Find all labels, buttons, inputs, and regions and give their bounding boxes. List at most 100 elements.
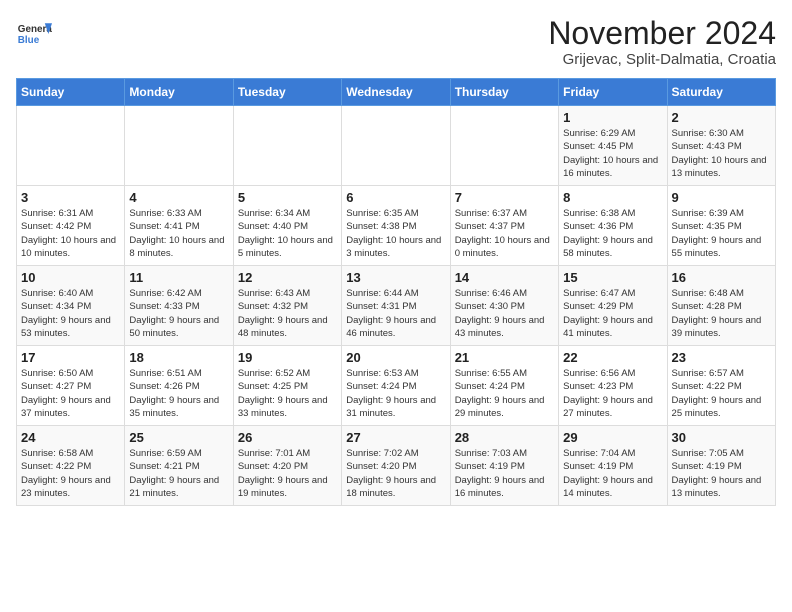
title-area: November 2024 Grijevac, Split-Dalmatia, … — [548, 16, 776, 68]
day-info: Sunrise: 7:01 AM Sunset: 4:20 PM Dayligh… — [238, 447, 337, 500]
day-info: Sunrise: 6:31 AM Sunset: 4:42 PM Dayligh… — [21, 207, 120, 260]
day-cell: 14 Sunrise: 6:46 AM Sunset: 4:30 PM Dayli… — [450, 266, 558, 346]
week-row-2: 10 Sunrise: 6:40 AM Sunset: 4:34 PM Dayli… — [17, 266, 776, 346]
day-cell: 16 Sunrise: 6:48 AM Sunset: 4:28 PM Dayli… — [667, 266, 775, 346]
day-cell: 3 Sunrise: 6:31 AM Sunset: 4:42 PM Daylig… — [17, 186, 125, 266]
day-info: Sunrise: 6:48 AM Sunset: 4:28 PM Dayligh… — [672, 287, 771, 340]
logo: General Blue — [16, 16, 52, 52]
day-cell: 2 Sunrise: 6:30 AM Sunset: 4:43 PM Daylig… — [667, 106, 775, 186]
day-number: 6 — [346, 190, 445, 205]
day-number: 15 — [563, 270, 662, 285]
day-number: 7 — [455, 190, 554, 205]
day-number: 21 — [455, 350, 554, 365]
day-cell: 8 Sunrise: 6:38 AM Sunset: 4:36 PM Daylig… — [559, 186, 667, 266]
day-number: 9 — [672, 190, 771, 205]
day-number: 25 — [129, 430, 228, 445]
day-number: 26 — [238, 430, 337, 445]
day-cell: 1 Sunrise: 6:29 AM Sunset: 4:45 PM Daylig… — [559, 106, 667, 186]
day-cell: 20 Sunrise: 6:53 AM Sunset: 4:24 PM Dayli… — [342, 346, 450, 426]
subtitle: Grijevac, Split-Dalmatia, Croatia — [548, 51, 776, 68]
day-cell: 13 Sunrise: 6:44 AM Sunset: 4:31 PM Dayli… — [342, 266, 450, 346]
day-number: 8 — [563, 190, 662, 205]
week-row-0: 1 Sunrise: 6:29 AM Sunset: 4:45 PM Daylig… — [17, 106, 776, 186]
day-info: Sunrise: 7:04 AM Sunset: 4:19 PM Dayligh… — [563, 447, 662, 500]
day-cell: 25 Sunrise: 6:59 AM Sunset: 4:21 PM Dayli… — [125, 426, 233, 506]
day-number: 30 — [672, 430, 771, 445]
day-cell: 19 Sunrise: 6:52 AM Sunset: 4:25 PM Dayli… — [233, 346, 341, 426]
day-info: Sunrise: 6:59 AM Sunset: 4:21 PM Dayligh… — [129, 447, 228, 500]
day-info: Sunrise: 6:29 AM Sunset: 4:45 PM Dayligh… — [563, 127, 662, 180]
day-info: Sunrise: 6:52 AM Sunset: 4:25 PM Dayligh… — [238, 367, 337, 420]
day-number: 12 — [238, 270, 337, 285]
day-cell: 17 Sunrise: 6:50 AM Sunset: 4:27 PM Dayli… — [17, 346, 125, 426]
main-title: November 2024 — [548, 16, 776, 51]
col-header-monday: Monday — [125, 79, 233, 106]
day-info: Sunrise: 6:57 AM Sunset: 4:22 PM Dayligh… — [672, 367, 771, 420]
col-header-wednesday: Wednesday — [342, 79, 450, 106]
col-header-tuesday: Tuesday — [233, 79, 341, 106]
day-info: Sunrise: 6:53 AM Sunset: 4:24 PM Dayligh… — [346, 367, 445, 420]
day-cell: 30Sunrise: 7:05 AM Sunset: 4:19 PM Dayli… — [667, 426, 775, 506]
day-number: 13 — [346, 270, 445, 285]
day-number: 28 — [455, 430, 554, 445]
day-number: 3 — [21, 190, 120, 205]
day-info: Sunrise: 6:38 AM Sunset: 4:36 PM Dayligh… — [563, 207, 662, 260]
calendar-table: SundayMondayTuesdayWednesdayThursdayFrid… — [16, 78, 776, 506]
day-number: 18 — [129, 350, 228, 365]
day-cell — [125, 106, 233, 186]
day-info: Sunrise: 6:42 AM Sunset: 4:33 PM Dayligh… — [129, 287, 228, 340]
day-cell: 6Sunrise: 6:35 AM Sunset: 4:38 PM Daylig… — [342, 186, 450, 266]
day-cell: 28 Sunrise: 7:03 AM Sunset: 4:19 PM Dayli… — [450, 426, 558, 506]
day-number: 1 — [563, 110, 662, 125]
day-cell — [342, 106, 450, 186]
day-cell: 11Sunrise: 6:42 AM Sunset: 4:33 PM Dayli… — [125, 266, 233, 346]
day-number: 20 — [346, 350, 445, 365]
day-cell: 27Sunrise: 7:02 AM Sunset: 4:20 PM Dayli… — [342, 426, 450, 506]
day-cell: 29 Sunrise: 7:04 AM Sunset: 4:19 PM Dayli… — [559, 426, 667, 506]
day-cell: 23 Sunrise: 6:57 AM Sunset: 4:22 PM Dayli… — [667, 346, 775, 426]
day-info: Sunrise: 6:51 AM Sunset: 4:26 PM Dayligh… — [129, 367, 228, 420]
day-info: Sunrise: 6:30 AM Sunset: 4:43 PM Dayligh… — [672, 127, 771, 180]
day-number: 16 — [672, 270, 771, 285]
logo-icon: General Blue — [16, 16, 52, 52]
day-cell: 15 Sunrise: 6:47 AM Sunset: 4:29 PM Dayli… — [559, 266, 667, 346]
day-cell — [450, 106, 558, 186]
day-number: 2 — [672, 110, 771, 125]
day-info: Sunrise: 6:40 AM Sunset: 4:34 PM Dayligh… — [21, 287, 120, 340]
day-info: Sunrise: 6:37 AM Sunset: 4:37 PM Dayligh… — [455, 207, 554, 260]
day-cell: 21Sunrise: 6:55 AM Sunset: 4:24 PM Dayli… — [450, 346, 558, 426]
day-cell: 22 Sunrise: 6:56 AM Sunset: 4:23 PM Dayli… — [559, 346, 667, 426]
col-header-friday: Friday — [559, 79, 667, 106]
day-number: 29 — [563, 430, 662, 445]
day-cell: 9 Sunrise: 6:39 AM Sunset: 4:35 PM Daylig… — [667, 186, 775, 266]
day-info: Sunrise: 6:34 AM Sunset: 4:40 PM Dayligh… — [238, 207, 337, 260]
day-number: 23 — [672, 350, 771, 365]
day-number: 19 — [238, 350, 337, 365]
day-info: Sunrise: 6:56 AM Sunset: 4:23 PM Dayligh… — [563, 367, 662, 420]
day-cell: 7 Sunrise: 6:37 AM Sunset: 4:37 PM Daylig… — [450, 186, 558, 266]
header-row: SundayMondayTuesdayWednesdayThursdayFrid… — [17, 79, 776, 106]
day-number: 4 — [129, 190, 228, 205]
day-number: 22 — [563, 350, 662, 365]
day-number: 27 — [346, 430, 445, 445]
svg-text:Blue: Blue — [18, 35, 40, 46]
day-info: Sunrise: 6:58 AM Sunset: 4:22 PM Dayligh… — [21, 447, 120, 500]
col-header-thursday: Thursday — [450, 79, 558, 106]
day-cell: 10 Sunrise: 6:40 AM Sunset: 4:34 PM Dayli… — [17, 266, 125, 346]
day-info: Sunrise: 7:03 AM Sunset: 4:19 PM Dayligh… — [455, 447, 554, 500]
day-number: 10 — [21, 270, 120, 285]
day-number: 14 — [455, 270, 554, 285]
day-info: Sunrise: 6:46 AM Sunset: 4:30 PM Dayligh… — [455, 287, 554, 340]
day-info: Sunrise: 6:33 AM Sunset: 4:41 PM Dayligh… — [129, 207, 228, 260]
day-info: Sunrise: 6:50 AM Sunset: 4:27 PM Dayligh… — [21, 367, 120, 420]
week-row-4: 24 Sunrise: 6:58 AM Sunset: 4:22 PM Dayli… — [17, 426, 776, 506]
day-cell: 5 Sunrise: 6:34 AM Sunset: 4:40 PM Daylig… — [233, 186, 341, 266]
day-info: Sunrise: 6:39 AM Sunset: 4:35 PM Dayligh… — [672, 207, 771, 260]
day-cell — [233, 106, 341, 186]
day-info: Sunrise: 6:44 AM Sunset: 4:31 PM Dayligh… — [346, 287, 445, 340]
day-number: 17 — [21, 350, 120, 365]
day-info: Sunrise: 6:47 AM Sunset: 4:29 PM Dayligh… — [563, 287, 662, 340]
day-number: 5 — [238, 190, 337, 205]
header: General Blue November 2024 Grijevac, Spl… — [16, 16, 776, 68]
day-number: 24 — [21, 430, 120, 445]
